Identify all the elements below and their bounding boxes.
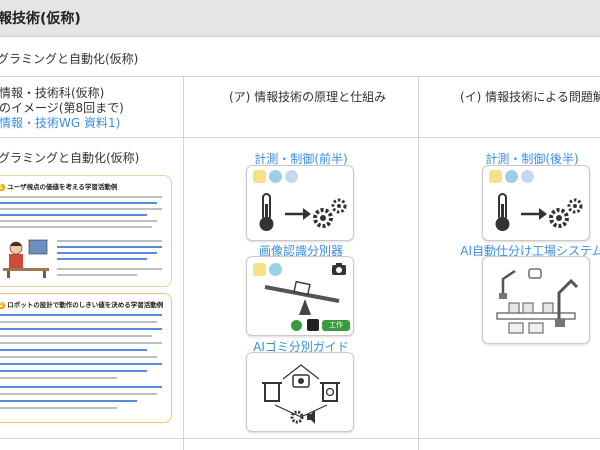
trash-bin-icon <box>262 382 282 402</box>
page-subtitle: グラミングと自動化(仮称) <box>0 52 139 66</box>
timer-icon <box>521 170 534 183</box>
folder-icon <box>253 263 266 276</box>
sensor-icon <box>505 170 518 183</box>
gears-icon <box>313 198 347 228</box>
doc1-heading: 1 ユーザ視点の価値を考える学習活動例 <box>0 181 117 191</box>
folder-icon <box>489 170 502 183</box>
page-title: 報技術(仮称) <box>0 11 81 27</box>
ai-garbage-guide-card <box>246 352 354 432</box>
doc1-tag: 1 <box>0 184 6 191</box>
arrow-right-icon <box>521 208 547 220</box>
table-top-border <box>0 76 600 77</box>
thermometer-to-gears-diagram <box>495 193 583 231</box>
left-header-line-1: 情報・技術科(仮称) <box>0 86 105 100</box>
camera-icon <box>292 374 310 388</box>
column-divider-2 <box>418 76 419 450</box>
recycle-icon <box>320 382 340 402</box>
thermometer-icon <box>495 193 510 231</box>
garbage-sorting-diagram <box>262 364 340 424</box>
robot-arm-icon <box>496 268 579 334</box>
left-header-line-2: のイメージ(第8回まで) <box>0 101 124 115</box>
column-divider-1 <box>183 76 184 450</box>
measure-control-card-back <box>482 165 590 241</box>
camera-icon <box>332 263 346 275</box>
left-panel-title: グラミングと自動化(仮称) <box>0 151 140 165</box>
left-column-header: 情報・技術科(仮称) のイメージ(第8回まで) 情報・技術WG 資料1) <box>0 86 124 131</box>
mid-column-header: (ア) 情報技術の原理と仕組み <box>229 90 387 104</box>
gears-icon <box>290 410 304 424</box>
sensor-icon <box>269 170 282 183</box>
ai-factory-sorting-card <box>482 256 590 344</box>
table-bottom-border <box>0 438 600 439</box>
arrow-right-icon <box>285 208 311 220</box>
thermometer-to-gears-diagram <box>259 193 347 231</box>
table-header-divider <box>0 137 600 138</box>
gears-icon <box>549 198 583 228</box>
measure-control-card-front <box>246 165 354 241</box>
plus-icon <box>291 320 302 331</box>
thermometer-icon <box>259 193 274 231</box>
left-header-line-3: 情報・技術WG 資料1) <box>0 116 121 130</box>
activity-doc-1: 1 ユーザ視点の価値を考える学習活動例 <box>0 175 172 287</box>
control-board-icon <box>307 319 319 331</box>
doc2-heading: 2 ロボットの設計で動作のしきい値を決める学習活動例 <box>0 299 163 309</box>
right-column-header: (イ) 情報技術による問題解決 <box>460 90 600 104</box>
image-recognition-sorter-card: 工作 <box>246 256 354 336</box>
sensor-icon <box>269 263 282 276</box>
activity-doc-2: 2 ロボットの設計で動作のしきい値を決める学習活動例 <box>0 293 172 423</box>
sorting-lever-diagram <box>264 281 340 315</box>
timer-icon <box>285 170 298 183</box>
student-at-desk-illustration <box>3 239 49 278</box>
craft-badge: 工作 <box>322 320 350 331</box>
folder-icon <box>253 170 266 183</box>
doc2-heading-text: ロボットの設計で動作のしきい値を決める学習活動例 <box>7 301 164 309</box>
doc2-tag: 2 <box>0 302 6 309</box>
doc1-heading-text: ユーザ視点の価値を考える学習活動例 <box>7 183 118 191</box>
page-title-bar: 報技術(仮称) <box>0 0 600 37</box>
